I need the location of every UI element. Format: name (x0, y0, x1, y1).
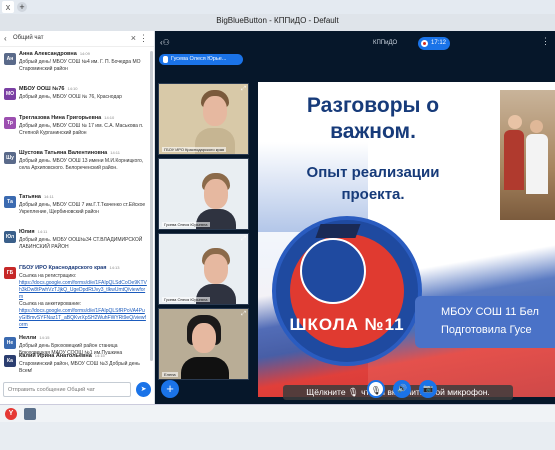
window-title: BigBlueButton - КППиДО - Default (216, 16, 339, 25)
slide-info-box: МБОУ СОШ 11 Бел Подготовила Гусе (415, 296, 555, 348)
slide-box-line-2: Подготовила Гусе (441, 324, 532, 336)
message-time: 14:11 (37, 229, 48, 234)
speaker-icon[interactable]: 🔊 (393, 380, 411, 398)
users-toggle-icon[interactable]: ‹⚇ (160, 38, 170, 47)
message-text: Староминский район, МБОУ СОШ №3 Добрый д… (19, 361, 140, 374)
emblem-text: ШКОЛА №11 (289, 315, 405, 334)
avatar: Ан (4, 53, 16, 65)
actions-plus-button[interactable]: + (161, 380, 179, 398)
sender-name: Треглазова Нина Григорьевна 14:10 (19, 115, 115, 121)
school-emblem: ШКОЛА №11 (272, 216, 422, 366)
slide-box-line-1: МБОУ СОШ 11 Бел (441, 306, 539, 318)
registration-label: Ссылка на регистрацию: (19, 273, 77, 279)
expand-icon[interactable]: ⤢ (241, 86, 246, 93)
chat-message: Юл Юлия 14:11 Добрый день. МОБУ ООШ№34 СТ… (0, 229, 150, 255)
message-time: 14:11 (110, 150, 120, 155)
chat-panel: ‹ Общий чат × ⋮ Ан Анна Александровна 14:… (0, 31, 155, 404)
presentation-slide: Разговоры о важном. Опыт реализации прое… (258, 82, 555, 397)
message-time: 14:13 (109, 265, 120, 270)
avatar: МО (4, 88, 16, 100)
chat-header: ‹ Общий чат × ⋮ (0, 31, 154, 47)
message-text: Добрый день, МБОУ СОШ 7 им.Г.Т.Ткаченко … (19, 202, 146, 215)
chat-scrollbar[interactable] (150, 51, 153, 361)
chat-message-list[interactable]: Ан Анна Александровна 14:09 Добрый день! … (0, 49, 150, 367)
avatar: Тр (4, 117, 16, 129)
avatar: Ка (4, 355, 16, 367)
message-time: 14:11 (43, 194, 54, 199)
survey-label: Ссылка на анкетирование: (19, 301, 82, 307)
chat-message: МО МБОУ ООШ №76 14:10 Добрый день, МБОУ О… (0, 86, 150, 106)
record-icon (421, 40, 428, 47)
talking-user-name: Гусева Олеся Юрье... (171, 56, 227, 62)
sender-name: Нелли 14:15 (19, 335, 50, 341)
yandex-browser-icon[interactable]: Y (5, 408, 17, 420)
slide-title: Разговоры о важном. (306, 94, 440, 143)
recording-indicator[interactable]: 17:12 (418, 37, 450, 50)
message-time: 14:10 (67, 86, 78, 91)
chat-message-input[interactable]: Отправить сообщение Общий чат (3, 382, 131, 397)
sender-name: Калий Ирина Анатольевна 14:15 (19, 353, 105, 359)
options-menu-icon[interactable]: ⋮ (541, 36, 550, 47)
message-time: 14:09 (79, 51, 90, 56)
avatar: Не (4, 337, 16, 349)
chat-message: Та Татьяна 14:11 Добрый день, МБОУ СОШ 7 … (0, 194, 150, 220)
close-icon[interactable]: × (131, 33, 136, 43)
message-text: Добрый день! МБОУ СОШ №4 им. Г. П. Бочед… (19, 59, 141, 72)
message-time: 14:10 (104, 115, 115, 120)
expand-icon[interactable]: ⤢ (241, 236, 246, 243)
sender-name: Шустова Татьяна Валентиновна 14:11 (19, 150, 120, 156)
slide-subtitle: Опыт реализации проекта. (306, 164, 440, 203)
avatar: Юл (4, 231, 16, 243)
camera-icon[interactable]: 📷 (419, 380, 437, 398)
webcam-name: Гусева Олеся Юрьевна (162, 222, 210, 227)
avatar: Шу (4, 152, 16, 164)
message-text: Добрый день, МБОУ ООШ № 76, Краснодар (19, 94, 122, 100)
webcam-name: Гусева Олеся Юрьевна (162, 297, 210, 302)
message-text: Добрый день, МБОУ СОШ № 17 им. С.А. Мась… (19, 123, 144, 136)
avatar: Та (4, 196, 16, 208)
message-text: Добрый день. МОБУ ООШ№34 СТ.ВЛАДИМИРСКОЙ… (19, 237, 143, 250)
chevron-left-icon[interactable]: ‹ (4, 34, 7, 43)
more-options-icon[interactable]: ⋮ (139, 33, 148, 44)
talking-indicator: Гусева Олеся Юрье... (159, 54, 243, 65)
chat-message: Ан Анна Александровна 14:09 Добрый день! … (0, 51, 150, 77)
avatar: ГБ (4, 267, 16, 279)
file-explorer-icon[interactable] (24, 408, 36, 420)
chat-message: Ка Калий Ирина Анатольевна 14:15 Старомин… (0, 353, 150, 379)
chat-title[interactable]: Общий чат (13, 35, 44, 41)
sender-name: Анна Александровна 14:09 (19, 51, 90, 57)
sender-name: Татьяна 14:11 (19, 194, 54, 200)
send-icon[interactable]: ➤ (136, 382, 151, 397)
recording-time: 17:12 (431, 40, 447, 46)
chat-message: Шу Шустова Татьяна Валентиновна 14:11 Доб… (0, 150, 150, 184)
message-text: Добрый день. МБОУ ООШ 13 имени М.И.Корни… (19, 158, 144, 171)
webcam-tile[interactable]: Гусева Олеся Юрьевна (158, 158, 249, 230)
message-time: 14:15 (94, 353, 105, 358)
new-tab-button[interactable]: + (17, 2, 27, 12)
taskbar-strip (0, 404, 555, 422)
main-area: ‹⚇ КППиДО 17:12 ⋮ Гусева Олеся Юрье... ⤢… (155, 31, 555, 404)
registration-link[interactable]: https://docs.google.com/forms/d/e/1FAIpQ… (19, 280, 147, 300)
window-title-bar: BigBlueButton - КППиДО - Default (0, 14, 555, 31)
webcam-tile[interactable]: ⤢ Елена (158, 308, 249, 380)
microphone-icon (163, 56, 168, 63)
webcam-tile[interactable]: ⤢ Гусева Олеся Юрьевна (158, 233, 249, 305)
meeting-title: КППиДО (373, 40, 398, 46)
sender-name: Юлия 14:11 (19, 229, 48, 235)
survey-link[interactable]: https://docs.google.com/forms/d/e/1FAIpQ… (19, 308, 146, 328)
message-time: 14:15 (39, 335, 50, 340)
slide-photo (497, 90, 555, 220)
sender-name: ГБОУ ИРО Краснодарского края 14:13 (19, 265, 120, 271)
browser-tab-bar: x + (0, 0, 555, 14)
webcam-tile[interactable]: ⤢ ГБОУ ИРО Краснодарского края (158, 83, 249, 155)
sender-name: МБОУ ООШ №76 14:10 (19, 86, 78, 92)
message-text: Ссылка на регистрацию: https://docs.goog… (19, 273, 147, 329)
webcam-name: ГБОУ ИРО Краснодарского края (162, 147, 227, 152)
expand-icon[interactable]: ⤢ (241, 311, 246, 318)
chat-message: Тр Треглазова Нина Григорьевна 14:10 Добр… (0, 115, 150, 141)
browser-tab-close-icon[interactable]: x (2, 1, 14, 13)
action-bar: + 🎙 🔊 📷 (155, 376, 555, 404)
microphone-icon[interactable]: 🎙 (367, 380, 385, 398)
